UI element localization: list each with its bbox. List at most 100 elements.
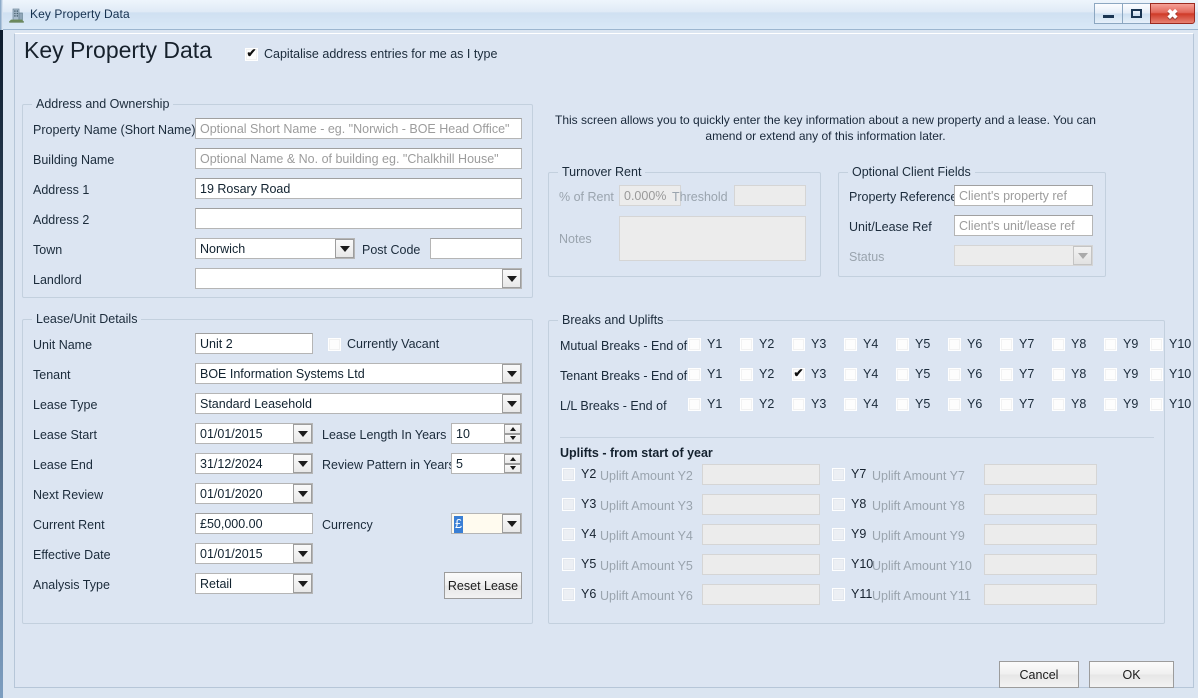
break-checkbox-mutual-y7[interactable]: Y7 xyxy=(1000,337,1034,351)
uplift-amount-input-y2[interactable] xyxy=(702,464,820,485)
uplift-checkbox-y5[interactable]: Y5 xyxy=(562,557,596,571)
uplift-checkbox-y2[interactable]: Y2 xyxy=(562,467,596,481)
town-dropdown-button[interactable] xyxy=(335,239,354,258)
tenant-combobox[interactable]: BOE Information Systems Ltd xyxy=(195,363,522,384)
uplift-checkbox-y8[interactable]: Y8 xyxy=(832,497,866,511)
review-pattern-spin-arrows[interactable] xyxy=(504,454,521,473)
uplift-amount-input-y9[interactable] xyxy=(984,524,1097,545)
break-checkbox-l-l-y10[interactable]: Y10 xyxy=(1150,397,1191,411)
next-review-datepicker[interactable]: 01/01/2020 xyxy=(195,483,313,504)
building-name-input[interactable]: Optional Name & No. of building eg. "Cha… xyxy=(195,148,522,169)
lease-start-dropdown-button[interactable] xyxy=(293,424,312,443)
break-checkbox-mutual-y6[interactable]: Y6 xyxy=(948,337,982,351)
break-checkbox-tenant-y6[interactable]: Y6 xyxy=(948,367,982,381)
uplift-amount-input-y6[interactable] xyxy=(702,584,820,605)
uplift-amount-input-y7[interactable] xyxy=(984,464,1097,485)
uplift-checkbox-y7[interactable]: Y7 xyxy=(832,467,866,481)
close-button[interactable]: ✖ xyxy=(1150,3,1195,24)
review-pattern-spinner[interactable]: 5 xyxy=(451,453,522,474)
uplift-checkbox-y9[interactable]: Y9 xyxy=(832,527,866,541)
break-checkbox-l-l-y4[interactable]: Y4 xyxy=(844,397,878,411)
break-checkbox-l-l-y7[interactable]: Y7 xyxy=(1000,397,1034,411)
lease-type-combobox[interactable]: Standard Leasehold xyxy=(195,393,522,414)
spin-down-button[interactable] xyxy=(504,433,521,443)
uplift-checkbox-y3[interactable]: Y3 xyxy=(562,497,596,511)
lease-length-spin-arrows[interactable] xyxy=(504,424,521,443)
reset-lease-button[interactable]: Reset Lease xyxy=(444,572,522,599)
effective-date-dropdown-button[interactable] xyxy=(293,544,312,563)
spin-up-button[interactable] xyxy=(504,424,521,434)
notes-textarea[interactable] xyxy=(619,216,806,261)
uplift-checkbox-y6[interactable]: Y6 xyxy=(562,587,596,601)
currency-dropdown-button[interactable] xyxy=(502,514,521,533)
landlord-combobox[interactable] xyxy=(195,268,522,289)
status-combobox[interactable] xyxy=(954,245,1093,266)
spin-down-button[interactable] xyxy=(504,463,521,473)
tenant-dropdown-button[interactable] xyxy=(502,364,521,383)
lease-end-datepicker[interactable]: 31/12/2024 xyxy=(195,453,313,474)
break-checkbox-mutual-y8[interactable]: Y8 xyxy=(1052,337,1086,351)
uplift-checkbox-y11[interactable]: Y11 xyxy=(832,587,872,601)
break-checkbox-tenant-y3[interactable]: ✔ Y3 xyxy=(792,367,826,381)
break-checkbox-tenant-y4[interactable]: Y4 xyxy=(844,367,878,381)
lease-type-dropdown-button[interactable] xyxy=(502,394,521,413)
break-checkbox-l-l-y8[interactable]: Y8 xyxy=(1052,397,1086,411)
lease-start-datepicker[interactable]: 01/01/2015 xyxy=(195,423,313,444)
cancel-button[interactable]: Cancel xyxy=(999,661,1079,688)
break-checkbox-mutual-y3[interactable]: Y3 xyxy=(792,337,826,351)
break-checkbox-mutual-y1[interactable]: Y1 xyxy=(688,337,722,351)
next-review-dropdown-button[interactable] xyxy=(293,484,312,503)
chevron-down-icon xyxy=(297,580,308,587)
ok-button[interactable]: OK xyxy=(1089,661,1174,688)
town-combobox[interactable]: Norwich xyxy=(195,238,355,259)
break-checkbox-l-l-y6[interactable]: Y6 xyxy=(948,397,982,411)
analysis-type-dropdown-button[interactable] xyxy=(293,574,312,593)
break-checkbox-mutual-y2[interactable]: Y2 xyxy=(740,337,774,351)
uplift-amount-input-y4[interactable] xyxy=(702,524,820,545)
capitalise-address-checkbox[interactable]: ✔ Capitalise address entries for me as I… xyxy=(245,47,497,61)
lease-end-dropdown-button[interactable] xyxy=(293,454,312,473)
break-checkbox-tenant-y2[interactable]: Y2 xyxy=(740,367,774,381)
address2-input[interactable] xyxy=(195,208,522,229)
break-checkbox-l-l-y5[interactable]: Y5 xyxy=(896,397,930,411)
post-code-input[interactable] xyxy=(430,238,522,259)
break-checkbox-mutual-y10[interactable]: Y10 xyxy=(1150,337,1191,351)
lease-length-spinner[interactable]: 10 xyxy=(451,423,522,444)
break-checkbox-mutual-y5[interactable]: Y5 xyxy=(896,337,930,351)
uplift-amount-input-y11[interactable] xyxy=(984,584,1097,605)
status-dropdown-button[interactable] xyxy=(1073,246,1092,265)
break-checkbox-tenant-y5[interactable]: Y5 xyxy=(896,367,930,381)
uplift-checkbox-y10[interactable]: Y10 xyxy=(832,557,873,571)
unit-lease-ref-input[interactable]: Client's unit/lease ref xyxy=(954,215,1093,236)
maximize-button[interactable] xyxy=(1122,3,1151,24)
landlord-dropdown-button[interactable] xyxy=(502,269,521,288)
unit-name-input[interactable]: Unit 2 xyxy=(195,333,313,354)
break-checkbox-tenant-y9[interactable]: Y9 xyxy=(1104,367,1138,381)
break-checkbox-tenant-y7[interactable]: Y7 xyxy=(1000,367,1034,381)
uplift-amount-input-y3[interactable] xyxy=(702,494,820,515)
currently-vacant-checkbox[interactable]: Currently Vacant xyxy=(328,337,439,351)
uplift-amount-input-y5[interactable] xyxy=(702,554,820,575)
property-reference-input[interactable]: Client's property ref xyxy=(954,185,1093,206)
uplift-amount-input-y8[interactable] xyxy=(984,494,1097,515)
currency-combobox[interactable]: £ xyxy=(451,513,522,534)
property-name-input[interactable]: Optional Short Name - eg. "Norwich - BOE… xyxy=(195,118,522,139)
break-checkbox-l-l-y3[interactable]: Y3 xyxy=(792,397,826,411)
uplift-checkbox-y4[interactable]: Y4 xyxy=(562,527,596,541)
spin-up-button[interactable] xyxy=(504,454,521,464)
uplift-amount-input-y10[interactable] xyxy=(984,554,1097,575)
current-rent-input[interactable]: £50,000.00 xyxy=(195,513,313,534)
break-checkbox-tenant-y8[interactable]: Y8 xyxy=(1052,367,1086,381)
threshold-input[interactable] xyxy=(734,185,806,206)
break-checkbox-l-l-y2[interactable]: Y2 xyxy=(740,397,774,411)
break-checkbox-l-l-y1[interactable]: Y1 xyxy=(688,397,722,411)
effective-date-datepicker[interactable]: 01/01/2015 xyxy=(195,543,313,564)
address1-input[interactable]: 19 Rosary Road xyxy=(195,178,522,199)
break-checkbox-l-l-y9[interactable]: Y9 xyxy=(1104,397,1138,411)
break-checkbox-mutual-y9[interactable]: Y9 xyxy=(1104,337,1138,351)
break-checkbox-mutual-y4[interactable]: Y4 xyxy=(844,337,878,351)
break-checkbox-tenant-y10[interactable]: Y10 xyxy=(1150,367,1191,381)
minimize-button[interactable] xyxy=(1094,3,1123,24)
break-checkbox-tenant-y1[interactable]: Y1 xyxy=(688,367,722,381)
analysis-type-combobox[interactable]: Retail xyxy=(195,573,313,594)
